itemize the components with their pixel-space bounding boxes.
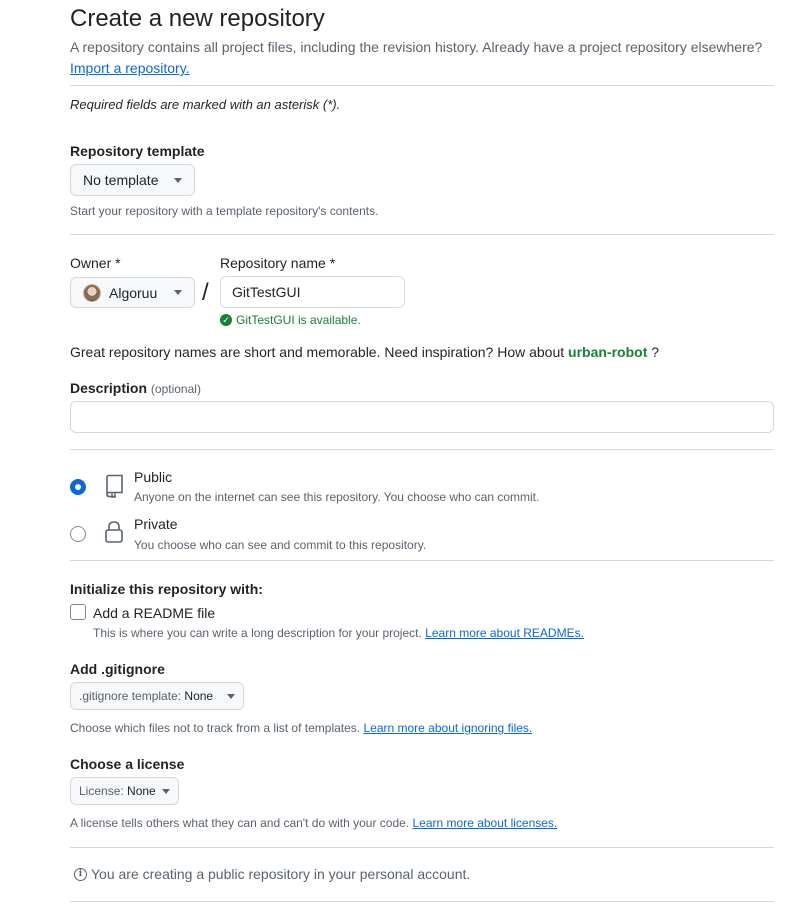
license-button-value: None bbox=[127, 784, 156, 798]
readme-learn-more-link[interactable]: Learn more about READMEs. bbox=[425, 626, 584, 640]
initialize-heading: Initialize this repository with: bbox=[70, 581, 263, 597]
suggested-name-link[interactable]: urban-robot bbox=[568, 344, 647, 360]
check-circle-icon: ✓ bbox=[220, 314, 232, 326]
gitignore-hint: Choose which files not to track from a l… bbox=[70, 721, 361, 735]
gitignore-select-button[interactable]: .gitignore template: None bbox=[70, 682, 244, 710]
page-subtitle: A repository contains all project files,… bbox=[70, 39, 763, 55]
owner-selected-value: Algoruu bbox=[109, 284, 158, 301]
license-hint: A license tells others what they can and… bbox=[70, 816, 410, 830]
inspiration-text: Great repository names are short and mem… bbox=[70, 344, 565, 360]
name-inspiration: Great repository names are short and mem… bbox=[70, 344, 659, 360]
license-select-button[interactable]: License: None bbox=[70, 777, 179, 805]
private-radio[interactable] bbox=[70, 526, 86, 542]
divider bbox=[70, 901, 774, 902]
readme-hint: This is where you can write a long descr… bbox=[93, 626, 422, 640]
license-label: Choose a license bbox=[70, 756, 185, 772]
private-title: Private bbox=[134, 516, 178, 532]
license-hint-row: A license tells others what they can and… bbox=[70, 815, 557, 831]
description-label: Description (optional) bbox=[70, 379, 201, 398]
gitignore-learn-more-link[interactable]: Learn more about ignoring files. bbox=[363, 721, 532, 735]
license-learn-more-link[interactable]: Learn more about licenses. bbox=[413, 816, 558, 830]
owner-label: Owner * bbox=[70, 255, 121, 271]
owner-select-button[interactable]: Algoruu bbox=[70, 277, 195, 308]
description-label-text: Description bbox=[70, 380, 148, 396]
gitignore-button-prefix: .gitignore template: bbox=[79, 689, 182, 703]
divider bbox=[70, 847, 774, 848]
page-title: Create a new repository bbox=[70, 5, 325, 32]
optional-tag: (optional) bbox=[150, 382, 201, 396]
chevron-down-icon bbox=[174, 290, 182, 295]
inspiration-suffix: ? bbox=[651, 344, 660, 360]
owner-repo-separator: / bbox=[202, 279, 209, 306]
public-title: Public bbox=[134, 469, 173, 485]
visibility-info-row: i You are creating a public repository i… bbox=[74, 866, 470, 882]
import-repository-link[interactable]: Import a repository. bbox=[70, 59, 190, 77]
public-radio[interactable] bbox=[70, 479, 86, 495]
avatar bbox=[83, 283, 101, 302]
repo-name-input[interactable] bbox=[220, 276, 405, 308]
readme-label[interactable]: Add a README file bbox=[93, 605, 215, 621]
repo-name-label: Repository name * bbox=[220, 255, 336, 271]
private-description: You choose who can see and commit to thi… bbox=[134, 538, 427, 552]
chevron-down-icon bbox=[227, 693, 235, 699]
info-icon: i bbox=[74, 867, 87, 881]
availability-text: GitTestGUI is available. bbox=[236, 313, 361, 327]
chevron-down-icon bbox=[162, 788, 170, 794]
readme-checkbox[interactable] bbox=[70, 604, 86, 620]
template-selected-value: No template bbox=[83, 172, 159, 188]
readme-hint-row: This is where you can write a long descr… bbox=[93, 625, 584, 641]
repo-icon bbox=[106, 474, 123, 498]
divider bbox=[70, 85, 774, 86]
gitignore-hint-row: Choose which files not to track from a l… bbox=[70, 720, 532, 736]
gitignore-button-value: None bbox=[184, 689, 214, 703]
divider bbox=[70, 234, 774, 235]
chevron-down-icon bbox=[174, 177, 182, 183]
gitignore-label: Add .gitignore bbox=[70, 661, 165, 677]
license-button-prefix: License: bbox=[79, 784, 124, 798]
divider bbox=[70, 449, 774, 450]
public-description: Anyone on the internet can see this repo… bbox=[134, 490, 540, 504]
divider bbox=[70, 560, 774, 561]
lock-icon bbox=[105, 521, 123, 543]
availability-status: ✓ GitTestGUI is available. bbox=[220, 313, 361, 327]
template-label: Repository template bbox=[70, 143, 205, 159]
visibility-info-text: You are creating a public repository in … bbox=[91, 866, 471, 882]
required-fields-note: Required fields are marked with an aster… bbox=[70, 97, 341, 112]
template-hint: Start your repository with a template re… bbox=[70, 204, 379, 218]
template-select-button[interactable]: No template bbox=[70, 164, 195, 196]
description-input[interactable] bbox=[70, 401, 774, 433]
